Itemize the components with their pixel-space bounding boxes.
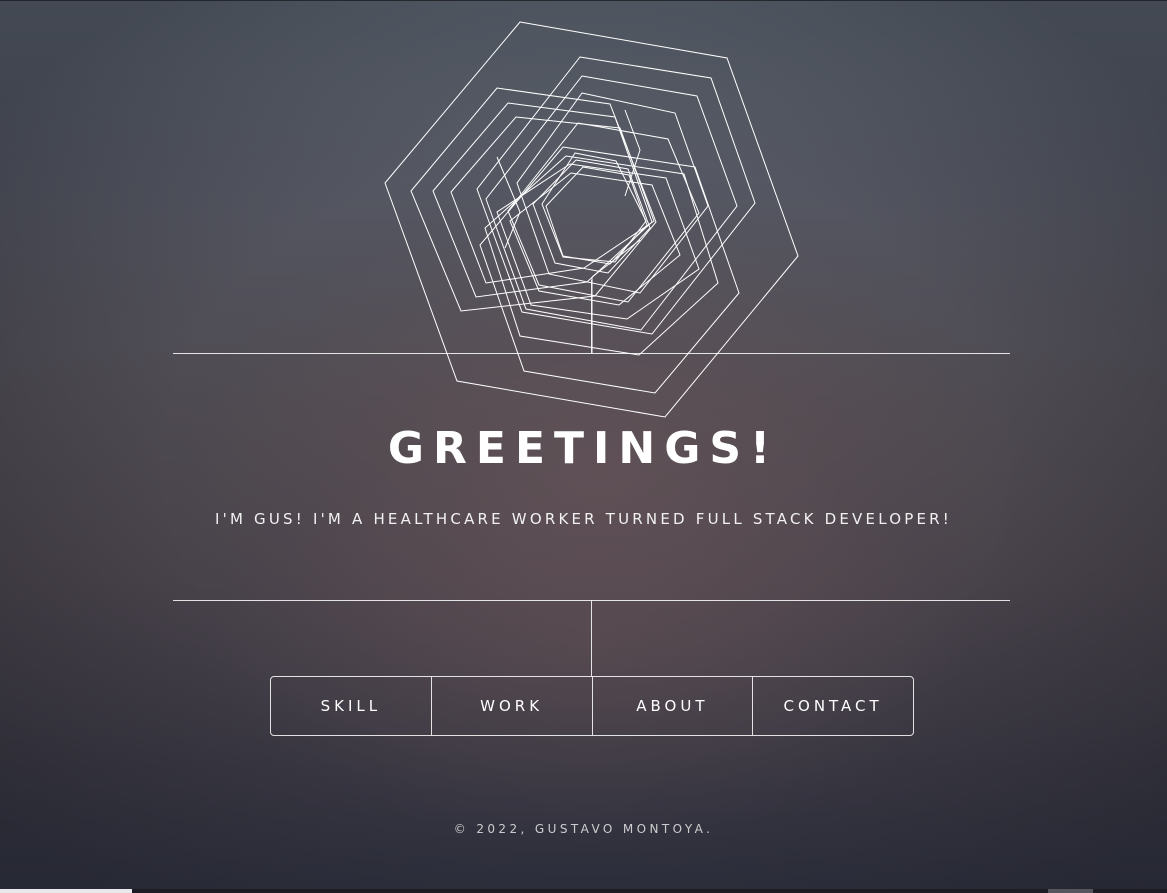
- nav-skill-button[interactable]: SKILL: [271, 677, 431, 735]
- nav-contact-button[interactable]: CONTACT: [752, 677, 913, 735]
- copyright-footer: © 2022, GUSTAVO MONTOYA.: [453, 822, 714, 836]
- main-nav: SKILL WORK ABOUT CONTACT: [270, 676, 914, 736]
- upper-divider-line: [173, 353, 1010, 354]
- page-title: GREETINGS!: [387, 423, 780, 474]
- bottom-scrollbar-thumb[interactable]: [0, 889, 132, 893]
- page: GREETINGS! I'M GUS! I'M A HEALTHCARE WOR…: [0, 0, 1167, 893]
- nav-about-button[interactable]: ABOUT: [591, 677, 753, 735]
- hexagon-logo-icon: [384, 21, 799, 418]
- top-border: [0, 0, 1167, 1]
- nav-stem-line: [591, 600, 592, 676]
- bottom-scrollbar-track[interactable]: [132, 889, 1167, 893]
- logo-stem-line: [591, 280, 592, 353]
- nav-work-button[interactable]: WORK: [430, 677, 592, 735]
- bottom-scrollbar-marker: [1048, 889, 1093, 893]
- intro-subtitle: I'M GUS! I'M A HEALTHCARE WORKER TURNED …: [215, 510, 952, 528]
